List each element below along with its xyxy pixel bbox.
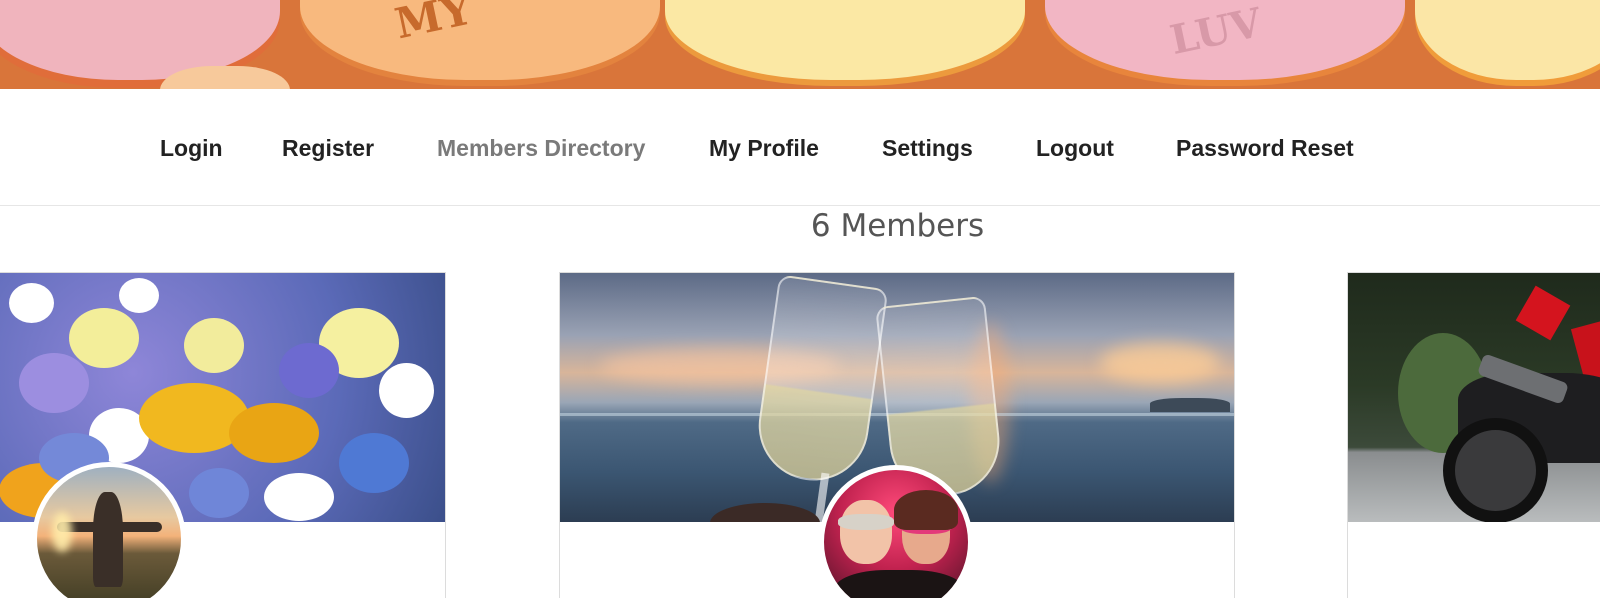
nav-item-my-profile[interactable]: My Profile	[709, 135, 819, 162]
header-banner-image: MY LUV	[0, 0, 1600, 89]
members-count: 6 Members	[810, 208, 985, 244]
candy-heart	[665, 0, 1025, 80]
candy-heart	[300, 0, 660, 80]
nav-item-register[interactable]: Register	[282, 135, 374, 162]
nav-item-password-reset[interactable]: Password Reset	[1176, 135, 1354, 162]
main-navigation: Login Register Members Directory My Prof…	[0, 89, 1600, 206]
member-cover-photo	[1348, 273, 1600, 522]
member-card[interactable]	[1347, 272, 1600, 598]
nav-item-members-directory[interactable]: Members Directory	[437, 135, 645, 162]
member-card[interactable]	[0, 272, 446, 598]
nav-item-settings[interactable]: Settings	[882, 135, 973, 162]
member-card[interactable]	[559, 272, 1235, 598]
nav-item-logout[interactable]: Logout	[1036, 135, 1114, 162]
candy-heart	[1415, 0, 1600, 80]
nav-item-login[interactable]: Login	[160, 135, 223, 162]
